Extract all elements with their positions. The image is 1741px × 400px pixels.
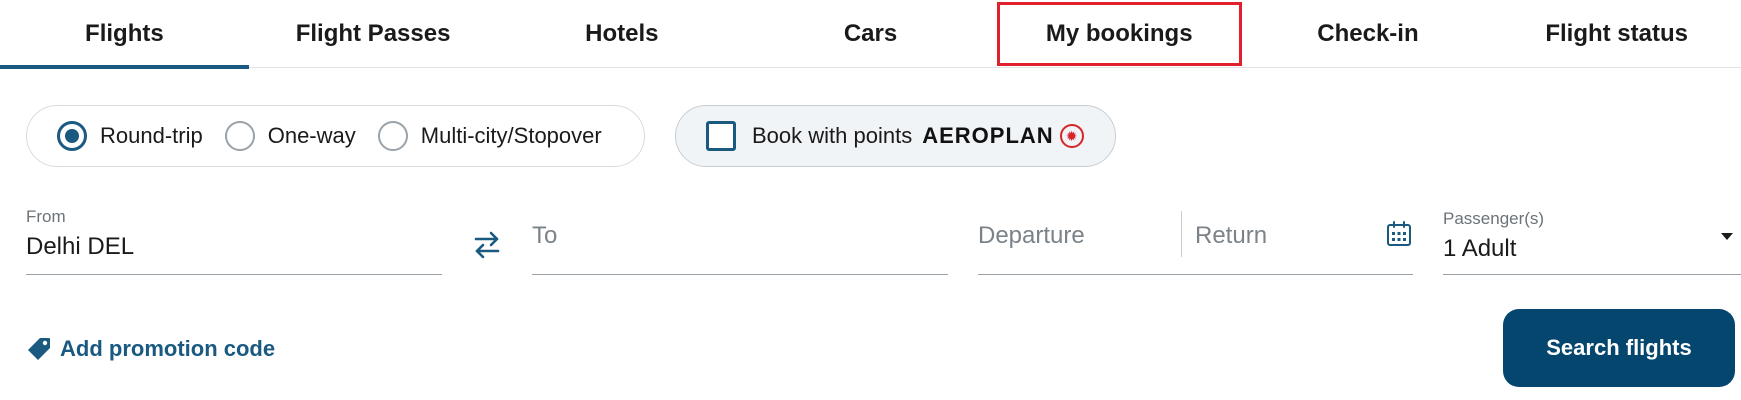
points-label: Book with points — [752, 123, 913, 148]
points-checkbox[interactable] — [706, 121, 736, 151]
radio-button[interactable] — [224, 121, 255, 151]
radio-label: Round-trip — [100, 123, 203, 148]
from-value[interactable]: Delhi DEL — [26, 233, 134, 261]
main-tabs: Flights Flight Passes Hotels Cars My boo… — [0, 0, 1741, 69]
date-divider — [1181, 211, 1182, 257]
book-with-points-toggle[interactable]: Book with points AEROPLAN ✹ — [675, 105, 1116, 167]
from-label: From — [26, 207, 66, 226]
tab-flight-passes[interactable]: Flight Passes — [249, 0, 498, 68]
passengers-label: Passenger(s) — [1443, 209, 1545, 228]
radio-multi-city[interactable]: Multi-city/Stopover — [377, 121, 602, 151]
tab-hotels[interactable]: Hotels — [497, 0, 746, 68]
radio-button[interactable] — [377, 121, 408, 151]
tab-check-in[interactable]: Check-in — [1244, 0, 1493, 68]
from-field[interactable]: From Delhi DEL — [26, 205, 442, 275]
maple-leaf-icon: ✹ — [1059, 124, 1084, 148]
swap-icon[interactable] — [470, 228, 504, 262]
add-promotion-code-link[interactable]: Add promotion code — [26, 336, 275, 362]
tab-flights[interactable]: Flights — [0, 0, 249, 69]
calendar-icon[interactable] — [1385, 220, 1413, 248]
radio-button-checked[interactable] — [57, 121, 87, 151]
to-placeholder[interactable]: To — [532, 222, 557, 250]
radio-round-trip[interactable]: Round-trip — [57, 121, 203, 151]
tab-my-bookings[interactable]: My bookings — [995, 0, 1244, 68]
chevron-down-icon[interactable] — [1721, 233, 1733, 240]
tag-icon — [26, 336, 52, 362]
radio-label: One-way — [267, 123, 356, 148]
return-input[interactable]: Return — [1195, 222, 1267, 250]
trip-type-group: Round-trip One-way Multi-city/Stopover — [26, 105, 645, 167]
radio-label: Multi-city/Stopover — [420, 123, 602, 148]
radio-one-way[interactable]: One-way — [224, 121, 356, 151]
passengers-select[interactable]: Passenger(s) 1 Adult — [1443, 205, 1741, 275]
aeroplan-logo: AEROPLAN — [922, 123, 1054, 148]
departure-input[interactable]: Departure — [978, 222, 1085, 250]
search-flights-button[interactable]: Search flights — [1503, 309, 1735, 387]
tab-flight-status[interactable]: Flight status — [1492, 0, 1741, 68]
promo-label[interactable]: Add promotion code — [60, 336, 275, 362]
passengers-value[interactable]: 1 Adult — [1443, 235, 1516, 263]
tab-cars[interactable]: Cars — [746, 0, 995, 68]
to-field[interactable]: To — [532, 205, 948, 275]
dates-field[interactable]: Departure Return — [978, 205, 1413, 275]
